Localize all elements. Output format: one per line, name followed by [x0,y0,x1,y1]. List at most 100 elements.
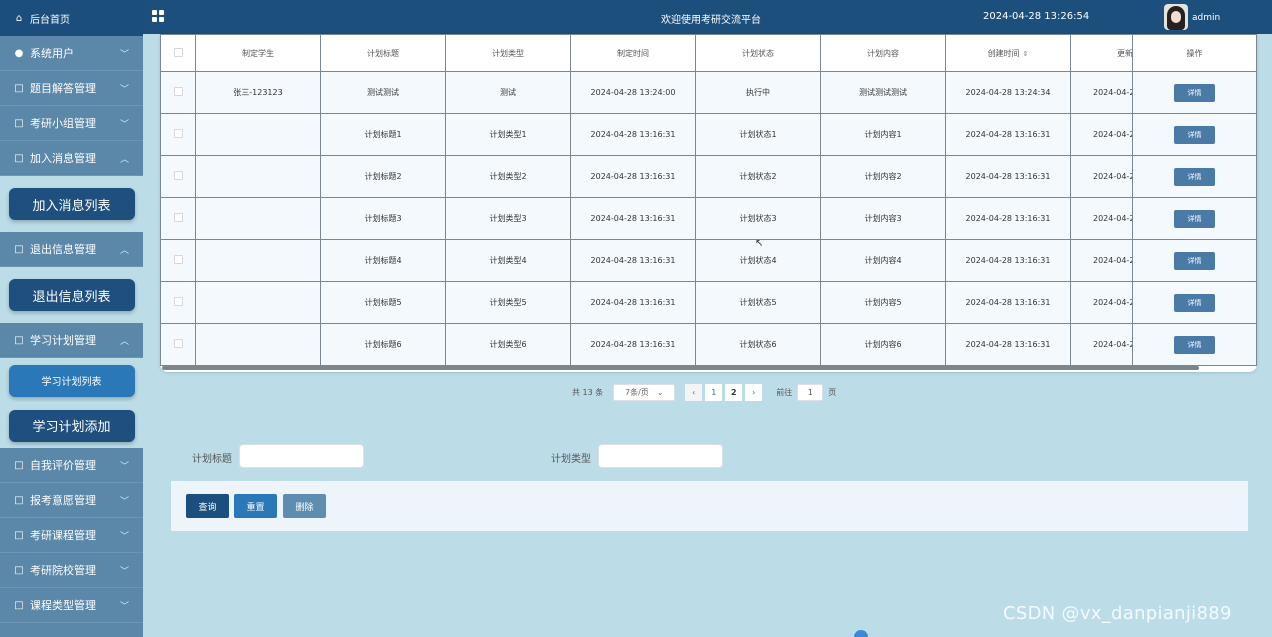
select-all-checkbox[interactable] [173,47,183,57]
chevron-icon: ﹀ [119,119,129,130]
table-cell: 2024-04-28 13:24:34 [945,71,1071,114]
op-cell: 详情 [1132,239,1257,282]
row-checkbox[interactable] [173,213,183,222]
table-cell [195,281,321,324]
search-title-input[interactable] [239,444,364,468]
table-cell: 计划类型3 [445,197,571,240]
column-header-6[interactable]: 创建时间 ⇕ [945,34,1071,72]
table-cell: 2024-04-28 13:16:31 [570,155,696,198]
detail-button[interactable]: 详情 [1174,209,1215,228]
table-row: 计划标题2 计划类型2 2024-04-28 13:16:31 计划状态2 计划内容2 2… [160,155,1196,198]
sidebar-group-9[interactable]: □ 考研院校管理 ﹀ [0,553,143,588]
sidebar-group-label: 课程类型管理 [30,599,96,612]
table-cell: 计划内容2 [820,155,946,198]
detail-button[interactable]: 详情 [1174,83,1215,102]
table-cell [195,113,321,156]
chevron-icon: ︿ [119,245,129,256]
sidebar-group-7[interactable]: □ 报考意愿管理 ﹀ [0,483,143,518]
table-cell: 2024-04-28 13:24:00 [570,71,696,114]
sidebar-sub-item-5-1[interactable]: 学习计划添加 [8,409,135,442]
page-2-button[interactable]: 2 [725,384,743,401]
chevron-icon: ﹀ [119,531,129,542]
header-username[interactable]: admin [1192,13,1220,23]
table-cell: 计划标题2 [320,155,446,198]
sidebar-group-label: 考研院校管理 [30,564,96,577]
chevron-left-icon: ‹ [692,388,696,397]
table-cell: 2024-04-28 13:16:31 [945,239,1071,282]
detail-button[interactable]: 详情 [1174,125,1215,144]
sidebar-group-4[interactable]: □ 退出信息管理 ︿ [0,232,143,267]
avatar[interactable] [1164,4,1188,30]
sidebar-group-label: 系统用户 [30,47,74,60]
detail-button[interactable]: 详情 [1174,251,1215,270]
jump-page-input[interactable]: 1 [797,384,824,401]
sidebar-group-label: 考研课程管理 [30,529,96,542]
sidebar-group-2[interactable]: □ 考研小组管理 ﹀ [0,106,143,141]
column-header-label: 计划标题 [367,48,399,58]
floating-dot-icon[interactable] [854,630,868,637]
row-checkbox[interactable] [173,339,183,348]
next-page-button[interactable]: › [745,384,763,401]
table-cell: 执行中 [695,71,821,114]
sidebar-sub-item-3-0[interactable]: 加入消息列表 [8,188,135,220]
row-checkbox[interactable] [173,255,183,264]
sidebar-group-10[interactable]: □ 课程类型管理 ﹀ [0,588,143,623]
sidebar-group-5[interactable]: □ 学习计划管理 ︿ [0,323,143,358]
detail-button[interactable]: 详情 [1174,293,1215,312]
search-title-label: 计划标题 [192,454,232,465]
table-row: 计划标题3 计划类型3 2024-04-28 13:16:31 计划状态3 计划内容3 2… [160,197,1196,240]
page-size-value: 7条/页 [625,388,649,397]
detail-button[interactable]: 详情 [1174,335,1215,354]
reset-button[interactable]: 重置 [234,494,277,518]
chevron-icon: ︿ [119,336,129,347]
detail-button[interactable]: 详情 [1174,167,1215,186]
sidebar-home[interactable]: ⌂ 后台首页 [0,0,143,36]
sidebar-group-0[interactable]: ● 系统用户 ﹀ [0,36,143,71]
column-header-label: 制定时间 [617,48,649,58]
table-row: 计划标题4 计划类型4 2024-04-28 13:16:31 计划状态4 计划内容4 2… [160,239,1196,282]
page-1-button[interactable]: 1 [705,384,723,401]
table-cell [195,239,321,282]
op-cell: 详情 [1132,281,1257,324]
row-checkbox[interactable] [173,129,183,138]
column-header-label: 制定学生 [242,48,274,58]
column-header-label: 创建时间 [987,48,1020,58]
op-row: 详情 [1132,281,1257,324]
pagination: 共 13 条 7条/页 ⌄ ‹ 1 2 › 前往 1 页 [572,384,836,401]
header-title: 欢迎使用考研交流平台 [661,15,761,26]
sidebar-group-3[interactable]: □ 加入消息管理 ︿ [0,141,143,176]
table-cell: 2024-04-28 13:16:31 [570,197,696,240]
top-header: 欢迎使用考研交流平台 2024-04-28 13:26:54 admin [143,0,1272,34]
delete-button[interactable]: 删除 [283,494,326,518]
table-row: 计划标题1 计划类型1 2024-04-28 13:16:31 计划状态1 计划内容1 2… [160,113,1196,156]
menu-grid-icon[interactable] [152,10,164,22]
sort-icon[interactable]: ⇕ [1023,50,1029,58]
op-row: 详情 [1132,113,1257,156]
prev-page-button[interactable]: ‹ [685,384,703,401]
search-type-input[interactable] [598,444,723,468]
row-checkbox-cell [160,113,196,156]
sidebar-sub-item-5-0[interactable]: 学习计划列表 [8,364,135,397]
table-row: 计划标题6 计划类型6 2024-04-28 13:16:31 计划状态6 计划内容6 2… [160,323,1196,366]
table-cell: 测试测试 [320,71,446,114]
row-checkbox[interactable] [173,171,183,180]
query-button[interactable]: 查询 [186,494,229,518]
jump-suffix: 页 [828,388,837,397]
row-checkbox[interactable] [173,297,183,306]
table-cell: 计划类型1 [445,113,571,156]
chevron-icon: ﹀ [119,461,129,472]
horizontal-scrollbar[interactable] [162,366,1199,370]
sidebar-sub-item-4-0[interactable]: 退出信息列表 [8,279,135,311]
table-cell: 2024-04-28 13:16:31 [570,323,696,366]
sidebar-group-8[interactable]: □ 考研课程管理 ﹀ [0,518,143,553]
sidebar-group-6[interactable]: □ 自我评价管理 ﹀ [0,448,143,483]
sidebar-sub-wrap: 学习计划列表 [0,358,143,403]
page-size-select[interactable]: 7条/页 ⌄ [613,384,676,401]
row-checkbox[interactable] [173,87,183,96]
table-cell: 测试测试测试 [820,71,946,114]
op-row: 详情 [1132,197,1257,240]
chevron-icon: ﹀ [119,496,129,507]
plan-table: 制定学生计划标题计划类型制定时间计划状态计划内容创建时间⇕更新时间 张三-123… [160,34,1196,366]
home-icon: ⌂ [15,12,23,24]
sidebar-group-1[interactable]: □ 题目解答管理 ﹀ [0,71,143,106]
